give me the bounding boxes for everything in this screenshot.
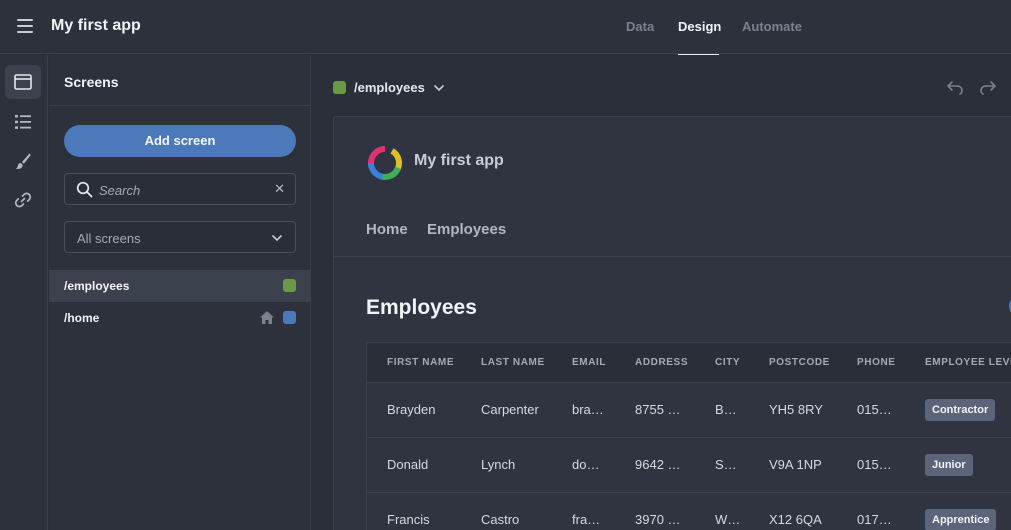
search-field[interactable]: ✕	[64, 173, 296, 205]
table-header: FIRST NAME LAST NAME EMAIL ADDRESS CITY …	[367, 343, 1011, 383]
add-screen-button[interactable]: Add screen	[64, 125, 296, 157]
link-icon	[14, 192, 32, 208]
column-header[interactable]: PHONE	[857, 357, 896, 368]
column-header[interactable]: LAST NAME	[481, 357, 545, 368]
tab-design[interactable]: Design	[678, 19, 721, 34]
screens-rail-button[interactable]	[5, 65, 41, 99]
screen-filter-select[interactable]: All screens	[64, 221, 296, 253]
links-rail-button[interactable]	[5, 183, 41, 217]
home-icon	[260, 311, 274, 324]
preview-app-title: My first app	[414, 152, 504, 169]
screen-color-swatch	[283, 311, 296, 324]
column-header[interactable]: EMAIL	[572, 357, 606, 368]
close-icon[interactable]: ✕	[274, 181, 285, 197]
table-row[interactable]: Brayden Carpenter bra… 8755 … B… YH5 8RY…	[367, 383, 1011, 438]
app-title: My first app	[51, 17, 141, 34]
preview-header: My first app Home Employees	[334, 117, 1011, 257]
page-title: Employees	[366, 296, 477, 319]
search-input[interactable]	[99, 180, 269, 200]
table-cell: Castro	[481, 512, 520, 527]
brush-icon	[15, 153, 31, 169]
chevron-down-icon[interactable]	[433, 82, 445, 94]
menu-icon[interactable]	[17, 19, 33, 33]
table-row[interactable]: Francis Castro fra… 3970 … W… X12 6QA 01…	[367, 493, 1011, 530]
app-preview[interactable]: My first app Home Employees Employees FI…	[333, 116, 1011, 530]
preview-nav-home[interactable]: Home	[366, 221, 408, 238]
app-logo-icon	[368, 146, 402, 181]
list-icon	[15, 115, 31, 129]
screens-panel-header: Screens	[49, 55, 311, 106]
screens-panel-title: Screens	[64, 74, 119, 90]
table-cell: Donald	[387, 457, 429, 472]
theme-rail-button[interactable]	[5, 144, 41, 178]
table-cell: 9642 …	[635, 457, 681, 472]
undo-icon[interactable]	[946, 79, 964, 95]
column-header[interactable]: ADDRESS	[635, 357, 688, 368]
table-cell: 017…	[857, 512, 892, 527]
screen-color-swatch	[283, 279, 296, 292]
preview-nav-employees[interactable]: Employees	[427, 221, 506, 238]
table-cell: Lynch	[481, 457, 516, 472]
column-header[interactable]: FIRST NAME	[387, 357, 454, 368]
search-icon	[76, 181, 93, 198]
column-header[interactable]: POSTCODE	[769, 357, 830, 368]
screen-item-label: /home	[64, 311, 100, 325]
screen-item-label: /employees	[64, 279, 130, 293]
chevron-down-icon	[271, 234, 283, 242]
table-cell: W…	[715, 512, 741, 527]
table-cell: S…	[715, 457, 737, 472]
tab-data[interactable]: Data	[626, 19, 654, 34]
table-cell: Francis	[387, 512, 430, 527]
employees-table: FIRST NAME LAST NAME EMAIL ADDRESS CITY …	[366, 342, 1011, 530]
table-cell: 015…	[857, 457, 892, 472]
redo-icon[interactable]	[979, 79, 997, 95]
column-header[interactable]: CITY	[715, 357, 740, 368]
table-cell: B…	[715, 402, 737, 417]
table-cell: 8755 …	[635, 402, 681, 417]
icon-rail	[0, 55, 48, 530]
employee-level-badge: Contractor	[925, 399, 996, 421]
table-cell: Brayden	[387, 402, 436, 417]
employee-level-badge: Apprentice	[925, 509, 997, 530]
route-color-swatch	[333, 81, 346, 94]
table-cell: fra…	[572, 512, 601, 527]
table-cell: 3970 …	[635, 512, 681, 527]
screen-icon	[14, 74, 32, 90]
employee-level-badge: Junior	[925, 454, 973, 476]
components-rail-button[interactable]	[5, 105, 41, 139]
screens-panel: Screens Add screen ✕ All screens /employ…	[49, 55, 311, 530]
screen-item-employees[interactable]: /employees	[49, 270, 310, 302]
table-cell: X12 6QA	[769, 512, 822, 527]
table-row[interactable]: Donald Lynch do… 9642 … S… V9A 1NP 015… …	[367, 438, 1011, 493]
top-bar: My first app Data Design Automate	[0, 0, 1011, 56]
table-cell: V9A 1NP	[769, 457, 822, 472]
tab-automate[interactable]: Automate	[742, 19, 802, 34]
table-cell: Carpenter	[481, 402, 539, 417]
screen-filter-value: All screens	[77, 231, 141, 246]
main-canvas: /employees My first app Home Employees E…	[312, 55, 1011, 530]
table-cell: YH5 8RY	[769, 402, 823, 417]
table-cell: do…	[572, 457, 600, 472]
table-cell: bra…	[572, 402, 604, 417]
table-cell: 015…	[857, 402, 892, 417]
column-header[interactable]: EMPLOYEE LEVEL	[925, 357, 1011, 368]
route-selector[interactable]: /employees	[354, 80, 425, 95]
screen-item-home[interactable]: /home	[49, 302, 310, 334]
